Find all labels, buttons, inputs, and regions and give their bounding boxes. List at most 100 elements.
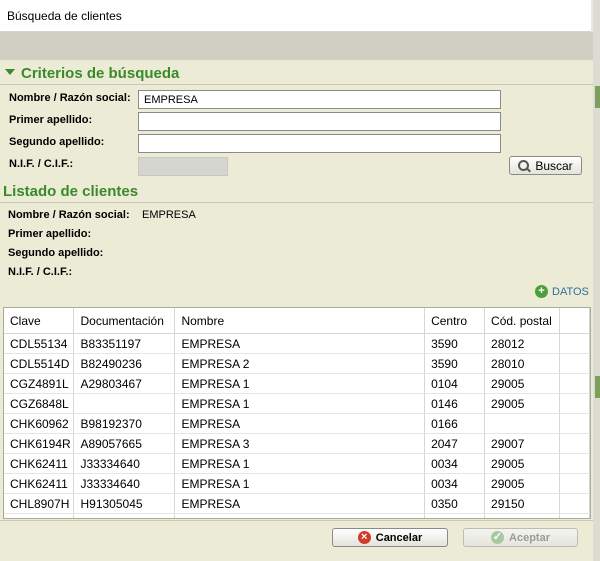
cell-documentacion (73, 393, 176, 414)
cell-nombre: EMPRESA 3 (174, 433, 426, 454)
listado-title: Listado de clientes (3, 183, 139, 200)
cell-nombre: EMPRESA 1 (174, 473, 426, 494)
cell-clave: CGZ6848L (4, 393, 75, 414)
column-header-centro[interactable]: Centro (424, 308, 486, 334)
accept-button[interactable]: ✓ Aceptar (463, 528, 578, 547)
cancel-button[interactable]: × Cancelar (332, 528, 448, 547)
cell-nombre: EMPRESA 1 (174, 373, 426, 394)
cell-clave: CDL55134 (4, 333, 75, 354)
cell-documentacion: B82490236 (73, 353, 176, 374)
cell-nombre: EMPRESA (174, 413, 426, 434)
table-row[interactable]: CHL8907H H91305045 EMPRESA 0350 29150 (4, 493, 590, 514)
table-row[interactable]: CHK60962 B98192370 EMPRESA 0166 (4, 413, 590, 434)
add-icon: + (535, 285, 548, 298)
criteria-section-header[interactable]: Criterios de búsqueda (5, 65, 179, 82)
cell-clave: CDL5514D (4, 353, 75, 374)
column-header-cod-postal[interactable]: Cód. postal (484, 308, 561, 334)
cell-filler (559, 413, 590, 434)
window-titlebar: Búsqueda de clientes (0, 0, 591, 32)
listado-primer-label: Primer apellido: (8, 228, 92, 240)
cell-centro: 3590 (424, 353, 486, 374)
cell-centro: 0034 (424, 473, 486, 494)
cell-cod-postal: 28010 (484, 353, 561, 374)
segundo-apellido-input[interactable] (138, 134, 501, 153)
edge-marker (595, 86, 600, 108)
cell-filler (559, 453, 590, 474)
cell-cod-postal: 29005 (484, 393, 561, 414)
cell-nombre: EMPRESA (174, 493, 426, 514)
cell-documentacion: A89057665 (73, 433, 176, 454)
buscar-button[interactable]: Buscar (509, 156, 582, 175)
cell-nombre: EMPRESA (174, 333, 426, 354)
cell-cod-postal: 29007 (484, 433, 561, 454)
table-row-empty (4, 513, 590, 518)
cancel-icon: × (357, 531, 371, 544)
cell-filler (559, 353, 590, 374)
table-row[interactable]: CHK6194R A89057665 EMPRESA 3 2047 29007 (4, 433, 590, 454)
cell-clave: CHK60962 (4, 413, 75, 434)
cell-documentacion: J33334640 (73, 473, 176, 494)
cell-filler (559, 333, 590, 354)
buscar-label: Buscar (535, 158, 573, 173)
accept-label: Aceptar (509, 531, 550, 544)
collapse-arrow-icon (5, 69, 15, 76)
column-header-nombre[interactable]: Nombre (174, 308, 426, 334)
cell-nombre: EMPRESA 1 (174, 453, 426, 474)
datos-label: DATOS (552, 285, 589, 298)
cell-documentacion: A29803467 (73, 373, 176, 394)
cell-clave: CHL8907H (4, 493, 75, 514)
column-header-clave[interactable]: Clave (4, 308, 75, 334)
table-header-row: Clave Documentación Nombre Centro Cód. p… (4, 308, 590, 334)
cell-clave: CGZ4891L (4, 373, 75, 394)
cell-filler (559, 393, 590, 414)
nombre-input[interactable] (138, 90, 501, 109)
table-row[interactable]: CHK62411 J33334640 EMPRESA 1 0034 29005 (4, 453, 590, 474)
clients-table: Clave Documentación Nombre Centro Cód. p… (3, 307, 591, 519)
edge-marker (595, 376, 600, 398)
search-icon (518, 159, 530, 172)
cell-cod-postal: 29150 (484, 493, 561, 514)
primer-apellido-label: Primer apellido: (9, 114, 93, 126)
check-icon: ✓ (491, 531, 505, 544)
nif-label: N.I.F. / C.I.F.: (9, 158, 74, 170)
cell-clave: CHK6194R (4, 433, 75, 454)
primer-apellido-input[interactable] (138, 112, 501, 131)
cell-cod-postal: 29005 (484, 473, 561, 494)
cell-centro: 0146 (424, 393, 486, 414)
cell-clave: CHK62411 (4, 453, 75, 474)
cell-filler (559, 493, 590, 514)
table-row[interactable]: CDL5514D B82490236 EMPRESA 2 3590 28010 (4, 353, 590, 374)
cell-documentacion: B98192370 (73, 413, 176, 434)
cell-clave: CHK62411 (4, 473, 75, 494)
nombre-label: Nombre / Razón social: (9, 92, 131, 104)
table-row[interactable]: CGZ6848L EMPRESA 1 0146 29005 (4, 393, 590, 414)
cell-nombre: EMPRESA 1 (174, 393, 426, 414)
cell-centro: 0166 (424, 413, 486, 434)
cell-cod-postal: 29005 (484, 373, 561, 394)
cell-filler (559, 473, 590, 494)
cancel-label: Cancelar (375, 531, 423, 544)
cell-documentacion: B83351197 (73, 333, 176, 354)
footer-divider (0, 520, 593, 521)
cell-centro: 3590 (424, 333, 486, 354)
cell-centro: 2047 (424, 433, 486, 454)
listado-segundo-label: Segundo apellido: (8, 247, 104, 259)
nif-input[interactable] (138, 157, 228, 176)
datos-link[interactable]: + DATOS (535, 285, 589, 298)
toolbar-strip (0, 32, 596, 60)
cell-filler (559, 433, 590, 454)
cell-centro: 0104 (424, 373, 486, 394)
table-row[interactable]: CGZ4891L A29803467 EMPRESA 1 0104 29005 (4, 373, 590, 394)
table-row[interactable]: CDL55134 B83351197 EMPRESA 3590 28012 (4, 333, 590, 354)
listado-nombre-value: EMPRESA (142, 209, 196, 221)
column-header-documentacion[interactable]: Documentación (73, 308, 176, 334)
background-window-edge (593, 0, 600, 561)
cell-documentacion: J33334640 (73, 453, 176, 474)
cell-cod-postal (484, 413, 561, 434)
table-row[interactable]: CHK62411 J33334640 EMPRESA 1 0034 29005 (4, 473, 590, 494)
window-title: Búsqueda de clientes (7, 9, 122, 23)
cell-documentacion: H91305045 (73, 493, 176, 514)
segundo-apellido-label: Segundo apellido: (9, 136, 105, 148)
cell-centro: 0350 (424, 493, 486, 514)
cell-centro: 0034 (424, 453, 486, 474)
